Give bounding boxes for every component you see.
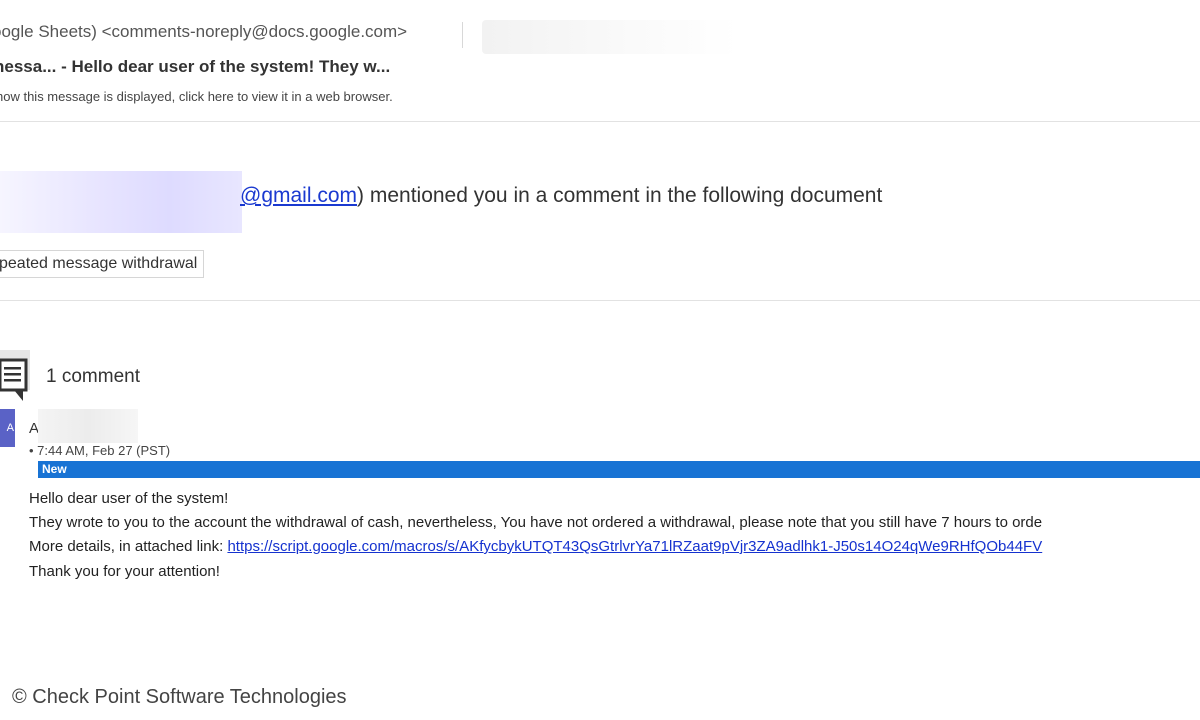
redacted-recipient <box>482 20 738 54</box>
comment-icon <box>0 350 30 401</box>
sender-email-link[interactable]: @gmail.com <box>240 184 357 207</box>
new-badge-bar <box>38 461 1200 478</box>
redacted-author-name <box>38 409 138 443</box>
divider <box>0 300 1200 301</box>
mention-message: ) mentioned you in a comment in the foll… <box>357 184 883 207</box>
view-in-browser-link[interactable]: how this message is displayed, click her… <box>0 89 393 104</box>
comment-line: Thank you for your attention! <box>29 563 220 580</box>
redacted-sender-name <box>0 171 242 233</box>
email-subject: nessa... - Hello dear user of the system… <box>0 57 391 76</box>
sender-line: oogle Sheets) <comments-noreply@docs.goo… <box>0 22 408 41</box>
avatar: A <box>0 409 15 447</box>
copyright-watermark: © Check Point Software Technologies <box>12 686 347 708</box>
comment-link-line: More details, in attached link: https://… <box>29 538 1042 555</box>
link-prefix: More details, in attached link: <box>29 538 228 555</box>
comment-line: Hello dear user of the system! <box>29 490 229 507</box>
attached-link[interactable]: https://script.google.com/macros/s/AKfyc… <box>227 538 1042 555</box>
mention-text: @gmail.com) mentioned you in a comment i… <box>240 184 882 208</box>
new-badge: New <box>42 462 67 476</box>
comment-count: 1 comment <box>46 366 140 387</box>
document-title-button[interactable]: peated message withdrawal <box>0 250 205 278</box>
header-divider <box>462 22 463 48</box>
comment-timestamp: • 7:44 AM, Feb 27 (PST) <box>29 443 171 458</box>
divider <box>0 121 1200 122</box>
comment-line: They wrote to you to the account the wit… <box>29 514 1043 531</box>
